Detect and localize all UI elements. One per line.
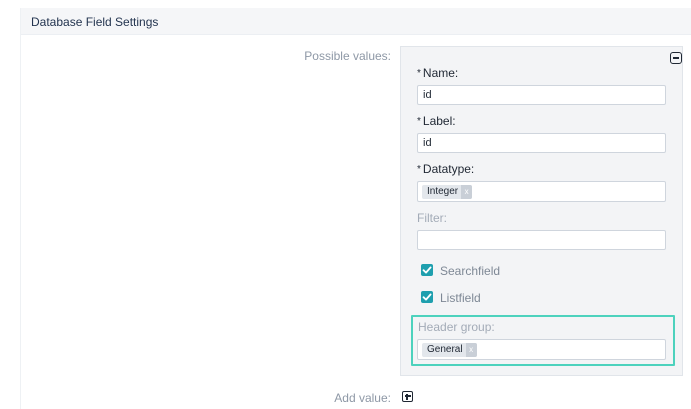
label-label-text: Label: [422, 114, 456, 128]
possible-values-label: Possible values: [304, 49, 391, 63]
header-group-tag: General x [422, 343, 477, 357]
datatype-label-text: Datatype: [422, 162, 475, 176]
filter-label: Filter: [417, 211, 447, 225]
required-marker: * [417, 68, 421, 79]
name-label-text: Name: [422, 66, 459, 80]
name-input[interactable]: id [417, 85, 666, 105]
required-marker: * [417, 164, 421, 175]
filter-input[interactable] [417, 230, 666, 250]
datatype-select[interactable]: Integer x [417, 181, 666, 202]
required-marker: * [417, 116, 421, 127]
header-group-tag-text: General [427, 344, 463, 355]
searchfield-checkbox[interactable] [421, 264, 433, 276]
checkmark-icon [422, 266, 432, 274]
tag-remove-icon[interactable]: x [465, 343, 477, 357]
section-title: Database Field Settings [31, 15, 159, 29]
add-value-label: Add value: [334, 391, 391, 405]
minus-square-icon[interactable] [670, 52, 682, 64]
datatype-tag-text: Integer [427, 186, 459, 197]
card-header: Database Field Settings [21, 8, 691, 35]
datatype-tag: Integer x [422, 185, 473, 199]
checkmark-icon [422, 293, 432, 301]
plus-square-icon[interactable] [402, 391, 413, 402]
datatype-field-label: * Datatype: [417, 162, 474, 176]
name-field-label: * Name: [417, 66, 458, 80]
tag-remove-icon[interactable]: x [461, 185, 473, 199]
header-group-select[interactable]: General x [417, 339, 666, 360]
listfield-label: Listfield [440, 291, 481, 305]
searchfield-label: Searchfield [440, 264, 501, 278]
header-group-label: Header group: [418, 320, 495, 334]
label-input[interactable]: id [417, 133, 666, 153]
label-field-label: * Label: [417, 114, 456, 128]
listfield-checkbox[interactable] [421, 291, 433, 303]
